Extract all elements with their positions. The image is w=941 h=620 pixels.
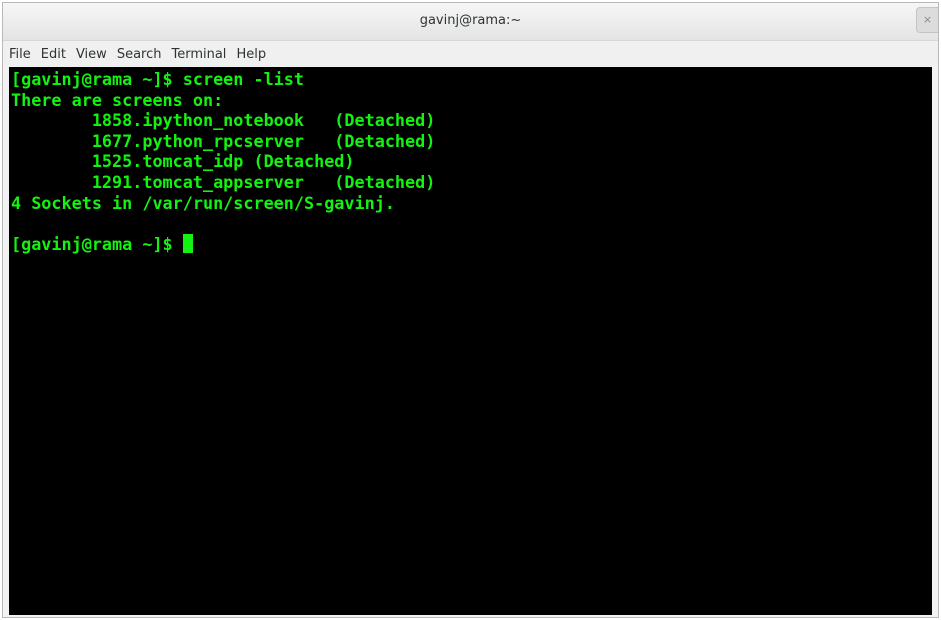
terminal-line: There are screens on: xyxy=(11,89,224,110)
terminal-output[interactable]: [gavinj@rama ~]$ screen -list There are … xyxy=(9,67,932,615)
title-bar[interactable]: gavinj@rama:~ × xyxy=(3,3,938,41)
terminal-line: 1858.ipython_notebook (Detached) xyxy=(11,110,436,131)
terminal-line: 4 Sockets in /var/run/screen/S-gavinj. xyxy=(11,192,395,213)
terminal-line: 1291.tomcat_appserver (Detached) xyxy=(11,171,436,192)
terminal-line: 1525.tomcat_idp (Detached) xyxy=(11,151,355,172)
menu-bar: File Edit View Search Terminal Help xyxy=(3,42,938,66)
menu-help[interactable]: Help xyxy=(231,42,271,64)
menu-search[interactable]: Search xyxy=(112,42,167,64)
window-title: gavinj@rama:~ xyxy=(419,13,522,28)
prompt-line: [gavinj@rama ~]$ xyxy=(11,233,932,255)
terminal-line: 1677.python_rpcserver (Detached) xyxy=(11,130,436,151)
close-icon: × xyxy=(922,13,933,26)
terminal-window: gavinj@rama:~ × File Edit View Search Termin… xyxy=(2,2,939,618)
menu-view[interactable]: View xyxy=(71,42,112,64)
close-button[interactable]: × xyxy=(916,7,938,33)
terminal-line: [gavinj@rama ~]$ screen -list xyxy=(11,69,304,89)
menu-file[interactable]: File xyxy=(3,42,36,64)
menu-edit[interactable]: Edit xyxy=(36,42,71,64)
menu-terminal[interactable]: Terminal xyxy=(166,42,231,64)
prompt-text: [gavinj@rama ~]$ xyxy=(11,233,183,254)
text-cursor xyxy=(182,233,193,253)
